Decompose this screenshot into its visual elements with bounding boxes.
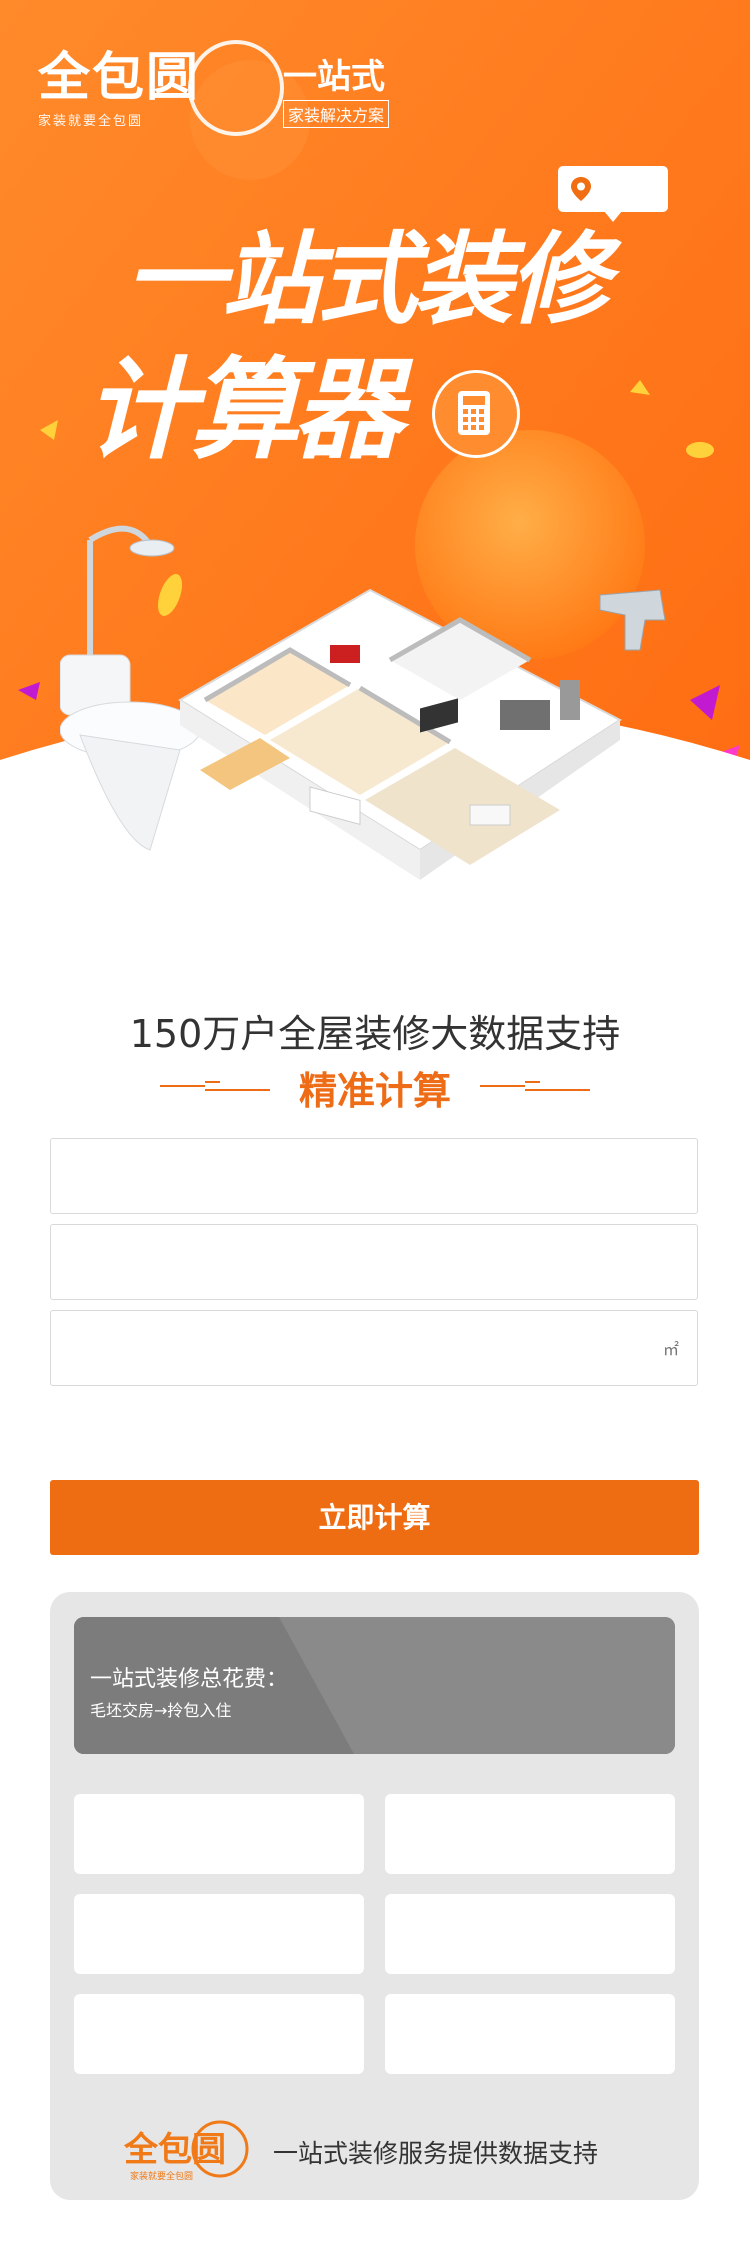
hero-banner: 全包圆 家装就要全包圆 一站式 家装解决方案 一站式装修 计算器: [0, 0, 750, 960]
house-type-select[interactable]: [50, 1224, 698, 1300]
cost-cell: [74, 1894, 364, 1974]
faucet-icon: [599, 589, 666, 651]
cost-cell: [385, 1894, 675, 1974]
cost-cell: [385, 1794, 675, 1874]
intro-headline: 150万户全屋装修大数据支持: [129, 1012, 621, 1056]
total-cost-card: 一站式装修总花费： 毛坯交房→拎包入住: [74, 1617, 675, 1754]
result-panel: 一站式装修总花费： 毛坯交房→拎包入住 全包圆 家装就要全包圆 一站式装修服务提…: [50, 1592, 699, 2200]
footer-logo-text: 全包圆: [123, 2130, 226, 2170]
brand-tag: 一站式 家装解决方案: [283, 57, 390, 128]
tag-main-text: 一站式: [283, 57, 385, 97]
tag-sub-text: 家装解决方案: [283, 100, 390, 128]
intro-subheadline: 精准计算: [298, 1069, 451, 1113]
total-cost-subtitle: 毛坯交房→拎包入住: [90, 1701, 232, 1720]
footer-brand-logo: 全包圆 家装就要全包圆: [123, 2120, 249, 2182]
area-input[interactable]: [51, 1311, 697, 1385]
logo-slogan: 家装就要全包圆: [38, 114, 144, 129]
line-decoration-right: [480, 1081, 590, 1091]
footer-text: 一站式装修服务提供数据支持: [273, 2139, 599, 2168]
logo-text: 全包圆: [38, 48, 201, 108]
calculator-icon: [432, 370, 520, 458]
area-unit-label: ㎡: [662, 1340, 679, 1359]
house-type-input[interactable]: [51, 1225, 697, 1299]
location-button[interactable]: [558, 166, 668, 222]
city-select[interactable]: [50, 1138, 698, 1214]
map-pin-icon: [571, 177, 591, 201]
total-cost-title: 一站式装修总花费：: [90, 1667, 289, 1692]
hero-title-line1: 一站式装修: [125, 221, 609, 338]
floorplan-illustration: [60, 525, 666, 880]
toilet-icon: [60, 654, 201, 851]
footer-logo-slogan: 家装就要全包圆: [130, 2170, 193, 2182]
calculate-button[interactable]: 立即计算: [50, 1480, 699, 1555]
cost-cell: [74, 1794, 364, 1874]
brand-logo[interactable]: 全包圆 家装就要全包圆: [38, 40, 284, 136]
area-field[interactable]: ㎡: [50, 1310, 698, 1386]
logo-ring-icon: [188, 40, 284, 136]
shower-icon: [87, 525, 175, 660]
cost-cell: [74, 1994, 364, 2074]
intro-sub-row: 精准计算: [0, 1060, 750, 1113]
cost-cell: [385, 1994, 675, 2074]
city-input[interactable]: [51, 1139, 697, 1213]
hero-title-line2: 计算器: [85, 346, 403, 474]
